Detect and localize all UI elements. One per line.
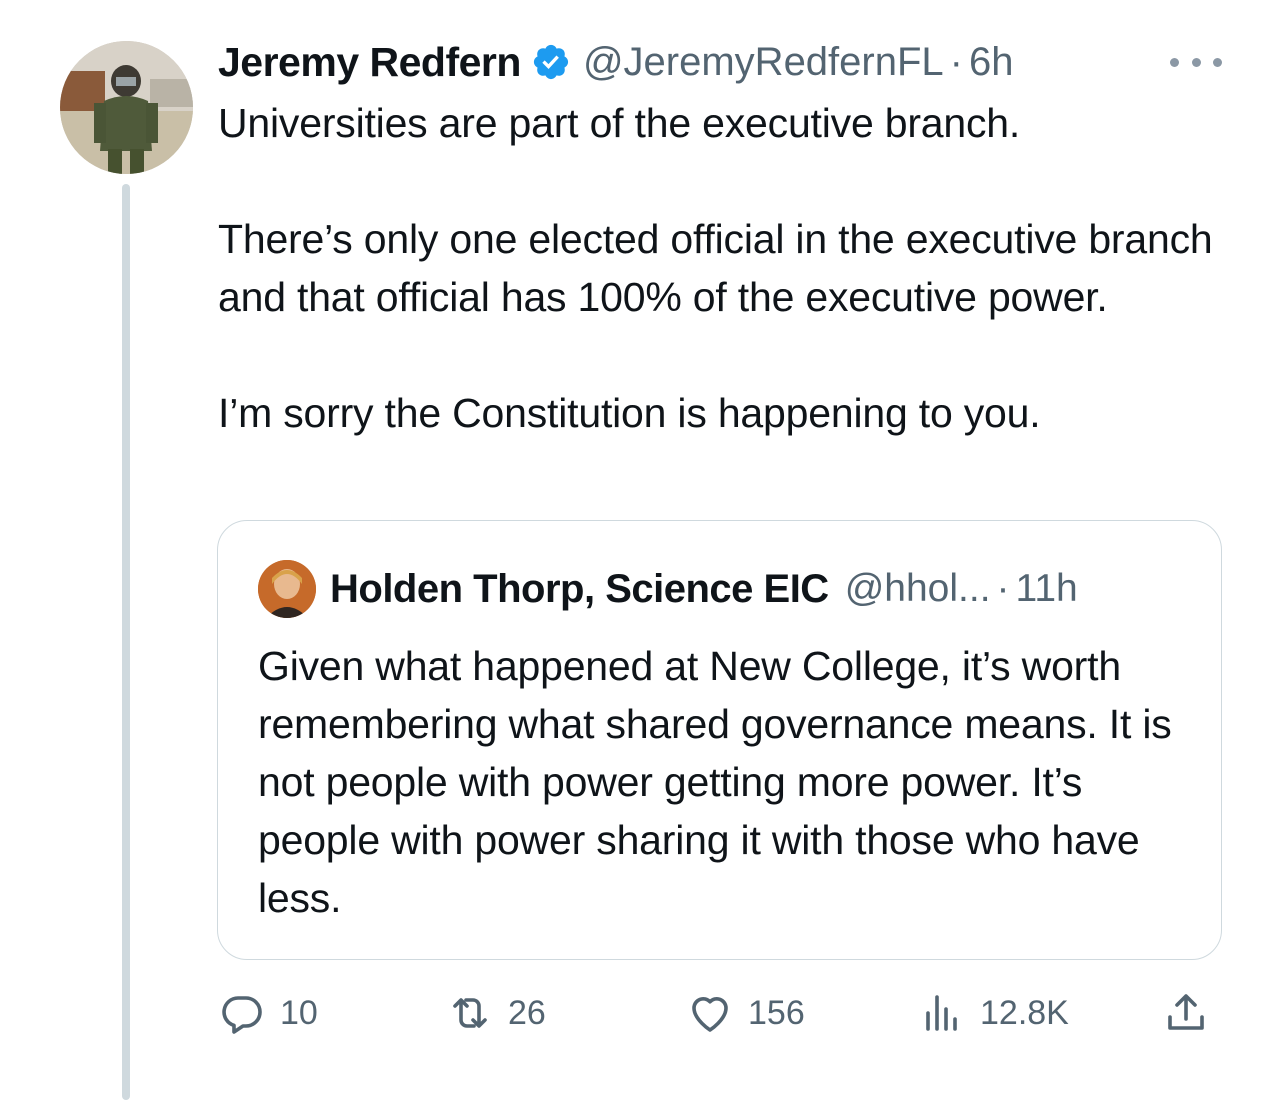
separator-dot: · [949,39,963,84]
quoted-author-handle[interactable]: @hhol... [845,567,991,611]
like-count: 156 [748,993,805,1032]
author-avatar-image [60,41,193,174]
more-options-icon[interactable] [1170,44,1222,80]
share-icon [1168,994,1204,1030]
reply-button[interactable]: 10 [218,985,318,1041]
tweet-header: Jeremy Redfern @JeremyRedfernFL · 6h [218,36,1014,88]
thread-line [122,184,130,1100]
quoted-tweet-header: Holden Thorp, Science EIC @hhol... · 11h [258,560,1078,618]
tweet-text: Universities are part of the executive b… [218,94,1248,442]
quoted-author-avatar-image [258,560,316,618]
verified-badge-icon[interactable] [531,42,571,82]
heart-icon [692,997,728,1032]
tweet-paragraph: There’s only one elected official in the… [218,216,1213,320]
quoted-tweet-timestamp[interactable]: 11h [1016,567,1078,611]
reply-count: 10 [280,993,318,1032]
like-button[interactable]: 156 [686,985,805,1041]
retweet-count: 26 [508,993,546,1032]
tweet-paragraph: Universities are part of the executive b… [218,100,1021,146]
quoted-author-name[interactable]: Holden Thorp, Science EIC [330,567,829,612]
action-bar: 10 26 156 12.8K [218,985,1228,1041]
retweet-icon [453,998,487,1028]
quoted-tweet-card[interactable]: Holden Thorp, Science EIC @hhol... · 11h… [217,520,1222,960]
tweet-timestamp[interactable]: 6h [969,40,1014,85]
quoted-author-avatar[interactable] [258,560,316,618]
quoted-tweet-text: Given what happened at New College, it’s… [258,643,1172,921]
tweet-paragraph: I’m sorry the Constitution is happening … [218,390,1041,436]
separator-dot: · [996,567,1010,610]
share-button[interactable] [1162,985,1210,1041]
author-avatar[interactable] [60,41,193,174]
views-button[interactable]: 12.8K [918,985,1069,1041]
author-handle[interactable]: @JeremyRedfernFL [583,40,944,85]
view-count: 12.8K [980,993,1069,1032]
author-name[interactable]: Jeremy Redfern [218,39,521,86]
views-icon [926,995,957,1031]
retweet-button[interactable]: 26 [446,985,546,1041]
reply-icon [222,996,262,1034]
